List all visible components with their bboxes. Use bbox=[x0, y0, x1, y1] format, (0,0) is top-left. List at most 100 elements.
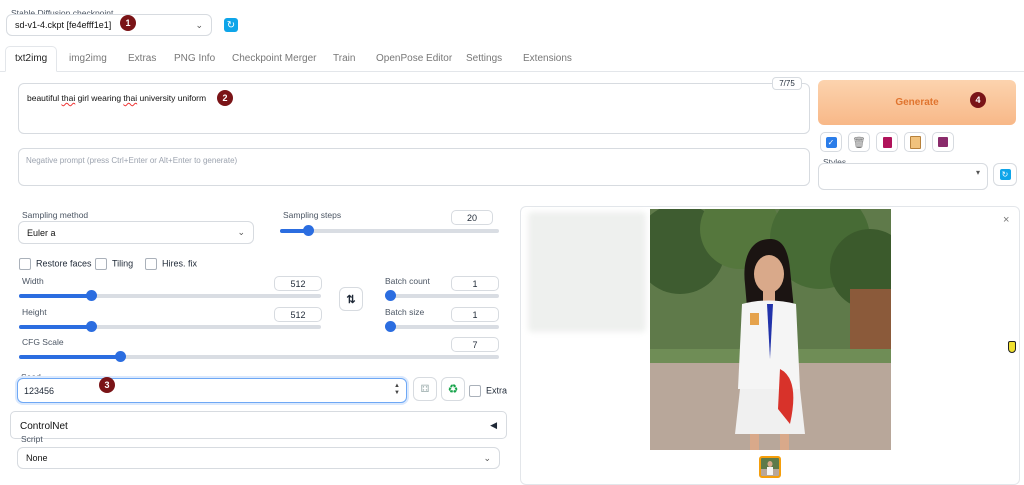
slider-handle[interactable] bbox=[385, 290, 396, 301]
tab-png-info[interactable]: PNG Info bbox=[174, 53, 215, 64]
tab-img2img[interactable]: img2img bbox=[69, 53, 107, 64]
checkbox-box bbox=[145, 258, 157, 270]
chevron-down-icon: ⌄ bbox=[483, 452, 491, 463]
apply-check-button[interactable]: ✓ bbox=[820, 132, 842, 152]
batch-count-slider[interactable] bbox=[385, 290, 499, 301]
sampling-method-select[interactable]: Euler a ⌄ bbox=[18, 221, 254, 244]
chevron-down-icon: ⌄ bbox=[237, 227, 245, 237]
cfg-scale-label: CFG Scale bbox=[22, 337, 64, 347]
refresh-icon[interactable]: ↻ bbox=[224, 18, 238, 32]
checkpoint-select[interactable]: sd-v1-4.ckpt [fe4efff1e1] ⌄ bbox=[6, 14, 212, 36]
tab-openpose-editor[interactable]: OpenPose Editor bbox=[376, 53, 452, 64]
gallery-thumbnail[interactable] bbox=[759, 456, 781, 478]
script-value: None bbox=[26, 453, 48, 463]
batch-count-label: Batch count bbox=[385, 276, 430, 286]
check-icon: ✓ bbox=[825, 136, 837, 148]
dropdown-arrow-icon: ▾ bbox=[975, 168, 980, 177]
generate-button[interactable]: Generate bbox=[818, 80, 1016, 125]
width-input[interactable]: 512 bbox=[274, 276, 322, 291]
slider-fill bbox=[19, 355, 120, 359]
hires-fix-checkbox[interactable]: Hires. fix bbox=[145, 258, 197, 270]
swap-dimensions-button[interactable]: ⇅ bbox=[339, 287, 363, 311]
trash-button[interactable]: 🗑 bbox=[848, 132, 870, 152]
tab-train[interactable]: Train bbox=[333, 53, 355, 64]
checkbox-box bbox=[19, 258, 31, 270]
clipboard-icon bbox=[909, 135, 921, 149]
extra-label: Extra bbox=[486, 385, 508, 396]
sampling-steps-label: Sampling steps bbox=[283, 210, 342, 220]
hires-fix-label: Hires. fix bbox=[162, 258, 198, 269]
batch-size-input[interactable]: 1 bbox=[451, 307, 499, 322]
controlnet-label: ControlNet bbox=[20, 421, 68, 432]
sampling-method-label: Sampling method bbox=[22, 210, 89, 220]
checkpoint-value: sd-v1-4.ckpt [fe4efff1e1] bbox=[15, 20, 112, 30]
cfg-scale-slider[interactable] bbox=[19, 351, 499, 362]
blurred-preview bbox=[528, 212, 646, 332]
batch-count-input[interactable]: 1 bbox=[451, 276, 499, 291]
slider-handle[interactable] bbox=[86, 321, 98, 332]
mouse-cursor-icon bbox=[1008, 341, 1016, 353]
chevron-down-icon: ⌄ bbox=[195, 19, 203, 30]
sampling-method-value: Euler a bbox=[27, 227, 56, 238]
generate-label: Generate bbox=[895, 97, 939, 108]
sampling-steps-input[interactable]: 20 bbox=[451, 210, 493, 225]
close-icon[interactable]: × bbox=[1003, 214, 1009, 226]
stepper-icon[interactable]: ▲ ▼ bbox=[394, 383, 400, 397]
tab-extensions[interactable]: Extensions bbox=[523, 53, 572, 64]
batch-size-label: Batch size bbox=[385, 307, 425, 317]
script-label: Script bbox=[21, 434, 43, 444]
tiling-label: Tiling bbox=[112, 258, 134, 269]
slider-handle[interactable] bbox=[114, 351, 126, 362]
slider-fill bbox=[19, 325, 92, 329]
refresh-icon: ↻ bbox=[999, 169, 1011, 180]
height-slider[interactable] bbox=[19, 321, 321, 332]
restore-faces-label: Restore faces bbox=[36, 258, 92, 269]
token-counter: 7/75 bbox=[772, 77, 802, 90]
restore-faces-checkbox[interactable]: Restore faces bbox=[19, 258, 92, 270]
extra-seed-checkbox[interactable]: Extra bbox=[469, 385, 507, 397]
annotation-marker-3: 3 bbox=[99, 377, 115, 393]
script-select[interactable]: None ⌄ bbox=[17, 447, 500, 469]
seed-value: 123456 bbox=[24, 386, 55, 396]
slider-handle[interactable] bbox=[303, 225, 315, 236]
batch-size-slider[interactable] bbox=[385, 321, 499, 332]
prompt-input[interactable]: beautiful thai girl wearing thai univers… bbox=[18, 83, 810, 134]
height-input[interactable]: 512 bbox=[274, 307, 322, 322]
slider-fill bbox=[19, 294, 92, 298]
controlnet-accordion[interactable]: ControlNet ◀ bbox=[10, 411, 507, 439]
sampling-steps-slider[interactable] bbox=[280, 225, 499, 236]
generated-image[interactable] bbox=[650, 209, 891, 450]
height-label: Height bbox=[22, 307, 47, 317]
recycle-icon: ♻ bbox=[447, 382, 459, 396]
negative-prompt-placeholder: Negative prompt (press Ctrl+Enter or Alt… bbox=[26, 156, 238, 165]
tab-checkpoint-merger[interactable]: Checkpoint Merger bbox=[232, 53, 316, 64]
tiling-checkbox[interactable]: Tiling bbox=[95, 258, 133, 270]
slider-handle[interactable] bbox=[385, 321, 396, 332]
trash-icon: 🗑 bbox=[852, 136, 866, 149]
tab-txt2img[interactable]: txt2img bbox=[15, 53, 47, 64]
checkbox-box bbox=[469, 385, 481, 397]
styles-select[interactable]: ▾ bbox=[818, 163, 988, 190]
cfg-scale-input[interactable]: 7 bbox=[451, 337, 499, 352]
generated-image-art bbox=[650, 209, 891, 450]
styles-refresh-button[interactable]: ↻ bbox=[993, 163, 1017, 186]
book-icon bbox=[882, 136, 892, 148]
reuse-seed-button[interactable]: ♻ bbox=[441, 377, 465, 401]
negative-prompt-input[interactable]: Negative prompt (press Ctrl+Enter or Alt… bbox=[18, 148, 810, 186]
collapse-arrow-icon: ◀ bbox=[490, 420, 497, 430]
tab-divider bbox=[0, 71, 1024, 72]
width-label: Width bbox=[22, 276, 44, 286]
style-book-button[interactable] bbox=[876, 132, 898, 152]
prompt-text: beautiful thai girl wearing thai univers… bbox=[27, 93, 207, 103]
clipboard-button[interactable] bbox=[904, 132, 926, 152]
tab-extras[interactable]: Extras bbox=[128, 53, 156, 64]
random-seed-button[interactable]: ⚃ bbox=[413, 377, 437, 401]
slider-handle[interactable] bbox=[86, 290, 98, 301]
annotation-marker-1: 1 bbox=[120, 15, 136, 31]
width-slider[interactable] bbox=[19, 290, 321, 301]
thumbnail-art bbox=[761, 461, 779, 476]
annotation-marker-4: 4 bbox=[970, 92, 986, 108]
tab-settings[interactable]: Settings bbox=[466, 53, 502, 64]
save-style-button[interactable] bbox=[932, 132, 954, 152]
seed-input[interactable]: 123456 ▲ ▼ bbox=[17, 378, 407, 403]
